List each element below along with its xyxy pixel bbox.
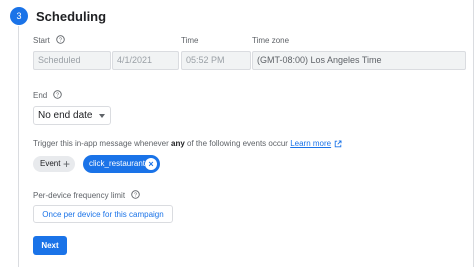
start-status-field: Scheduled	[33, 51, 111, 70]
step-title: Scheduling	[36, 9, 107, 24]
svg-text:?: ?	[134, 193, 137, 199]
scheduling-step: 3 Scheduling Start ? Time Time zone Sche…	[0, 0, 474, 267]
frequency-label: Per-device frequency limit	[33, 191, 126, 200]
close-circle-icon[interactable]: ×	[145, 158, 157, 170]
help-circle-icon[interactable]: ?	[53, 90, 63, 100]
svg-text:?: ?	[56, 93, 59, 99]
frequency-label-group: Per-device frequency limit ?	[33, 190, 141, 200]
external-link-icon[interactable]	[334, 140, 342, 148]
start-label: Start	[33, 36, 50, 45]
end-select[interactable]: No end date	[33, 106, 111, 125]
event-chip-label: click_restaurant	[89, 159, 146, 168]
next-button[interactable]: Next	[33, 236, 67, 255]
time-field: 05:52 PM	[181, 51, 251, 70]
end-label: End	[33, 91, 48, 100]
trigger-text-after: of the following events occur	[184, 139, 291, 148]
trigger-emphasis: any	[171, 139, 185, 148]
start-date-field: 4/1/2021	[112, 51, 179, 70]
plus-icon: +	[62, 157, 70, 171]
add-event-chip[interactable]: Event +	[33, 156, 75, 172]
learn-more-link[interactable]: Learn more	[290, 139, 331, 148]
svg-text:?: ?	[59, 38, 62, 44]
event-chip-click-restaurant[interactable]: click_restaurant ×	[83, 155, 160, 173]
start-label-group: Start ?	[33, 35, 65, 45]
timezone-label: Time zone	[252, 36, 290, 45]
step-rail	[18, 26, 19, 267]
trigger-text-before: Trigger this in-app message whenever	[33, 139, 171, 148]
frequency-limit-button[interactable]: Once per device for this campaign	[33, 205, 173, 223]
help-circle-icon[interactable]: ?	[56, 35, 65, 45]
caret-down-icon	[99, 114, 105, 118]
timezone-field: (GMT-08:00) Los Angeles Time	[252, 51, 466, 70]
trigger-description: Trigger this in-app message whenever any…	[33, 139, 342, 148]
end-label-group: End ?	[33, 90, 63, 100]
add-event-label: Event	[40, 159, 61, 168]
step-number-badge: 3	[10, 7, 28, 25]
time-label: Time	[181, 36, 199, 45]
end-select-value: No end date	[38, 110, 93, 121]
help-circle-icon[interactable]: ?	[131, 190, 141, 200]
